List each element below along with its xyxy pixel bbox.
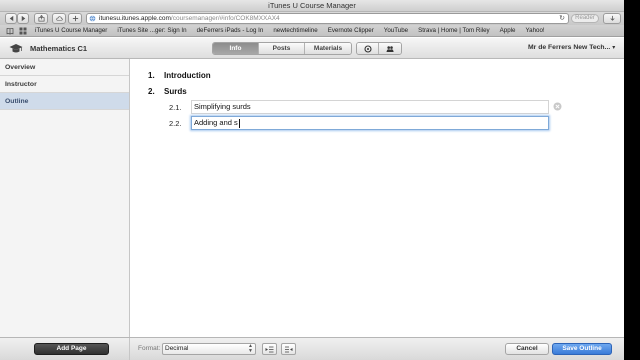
bookmark-youtube[interactable]: YouTube [384,27,408,34]
people-icon [386,45,394,52]
sidebar: Overview Instructor Outline [0,59,130,337]
bookmark-evernote-clipper[interactable]: Evernote Clipper [328,27,374,34]
bookmark-apple[interactable]: Apple [500,27,516,34]
save-outline-button[interactable]: Save Outline [552,343,612,355]
share-icon [38,15,44,22]
sidebar-footer: Add Page [0,338,130,360]
graduation-cap-icon [9,44,23,53]
subtopic-field-active[interactable]: Adding and s [191,116,549,130]
icloud-tabs-button[interactable] [52,13,66,24]
course-title: Mathematics C1 [30,44,88,53]
subtopic-value: Simplifying surds [194,102,251,111]
topic-number: 2. [148,87,155,96]
screen: iTunes U Course Manager itunesu.itunes.a… [0,0,640,360]
bookmark-strava[interactable]: Strava | Home | Tom Riley [418,27,490,34]
cloud-icon [55,16,63,21]
subtopic-value: Adding and s [194,118,238,127]
user-account-menu[interactable]: Mr de Ferrers New Tech... ▾ [528,44,615,51]
format-select[interactable]: Decimal ▲ ▼ [162,343,256,355]
cancel-button[interactable]: Cancel [505,343,549,355]
add-page-button[interactable]: Add Page [34,343,109,355]
window-title: iTunes U Course Manager [268,1,356,10]
indent-icon [285,346,293,352]
settings-circle-icon [363,44,372,53]
sidebar-item-overview[interactable]: Overview [0,59,129,76]
app-header: Mathematics C1 Info Posts Materials Mr d… [0,38,624,59]
plus-icon [72,15,78,22]
download-icon [609,15,615,21]
title-bar: iTunes U Course Manager [0,0,624,12]
tab-materials[interactable]: Materials [305,43,351,54]
bookmark-itunes-u-course-manager[interactable]: iTunes U Course Manager [35,27,107,34]
select-arrows-icon: ▲ ▼ [248,343,253,354]
bookmarks-bar: iTunes U Course Manager iTunes Site ...g… [0,25,624,37]
share-button[interactable] [34,13,48,24]
settings-button[interactable] [357,43,379,54]
topic-title[interactable]: Surds [164,87,187,96]
outdent-icon [265,346,274,352]
back-arrow-icon [9,15,13,22]
browser-toolbar: itunesu.itunes.apple.com/coursemanager/#… [0,12,624,25]
downloads-button[interactable] [603,13,621,24]
topic-number: 1. [148,71,155,80]
tab-posts[interactable]: Posts [259,43,305,54]
outline-editor: 1. Introduction 2. Surds 2.1. Simplifyin… [131,59,624,337]
browser-window: iTunes U Course Manager itunesu.itunes.a… [0,0,624,360]
back-button[interactable] [5,13,17,24]
address-bar[interactable]: itunesu.itunes.apple.com/coursemanager/#… [86,13,569,24]
subtopic-number: 2.2. [169,119,182,128]
user-name: Mr de Ferrers New Tech... [528,44,611,51]
bookmark-deferrers-ipads[interactable]: deFerrers iPads - Log In [197,27,264,34]
topic-row: 1. Introduction [148,71,211,80]
forward-arrow-icon [21,15,25,22]
format-value: Decimal [165,345,189,352]
forward-button[interactable] [17,13,29,24]
sidebar-item-outline[interactable]: Outline [0,93,129,110]
footer-bar: Add Page Format: Decimal ▲ ▼ Cancel Save … [0,337,624,360]
bookmark-itunes-site-manager[interactable]: iTunes Site ...ger: Sign In [117,27,186,34]
bookmark-newtechtimeline[interactable]: newtechtimeline [273,27,317,34]
top-sites-icon[interactable] [19,27,27,35]
tab-info[interactable]: Info [213,43,259,54]
section-tabs: Info Posts Materials [212,42,352,55]
reader-button[interactable]: Reader [571,14,599,23]
text-cursor [238,118,240,128]
indent-button[interactable] [281,343,296,355]
topic-title[interactable]: Introduction [164,71,211,80]
subtopic-number: 2.1. [169,103,182,112]
url-path: /coursemanager/#info/COK8MXXAX4 [170,15,280,22]
add-tab-button[interactable] [68,13,82,24]
globe-icon [89,15,96,22]
sidebar-item-instructor[interactable]: Instructor [0,76,129,93]
url-host: itunesu.itunes.apple.com [99,15,171,22]
chevron-down-icon: ▾ [612,45,616,51]
reload-icon[interactable]: ↻ [559,14,565,23]
outdent-button[interactable] [262,343,277,355]
subtopic-field[interactable]: Simplifying surds [191,100,549,114]
remove-circle-icon[interactable] [553,102,562,111]
topic-row: 2. Surds [148,87,187,96]
bookmark-yahoo[interactable]: Yahoo! [525,27,544,34]
format-label: Format: [138,345,161,352]
course-actions [356,42,402,55]
people-button[interactable] [379,43,401,54]
book-icon[interactable] [6,27,14,35]
